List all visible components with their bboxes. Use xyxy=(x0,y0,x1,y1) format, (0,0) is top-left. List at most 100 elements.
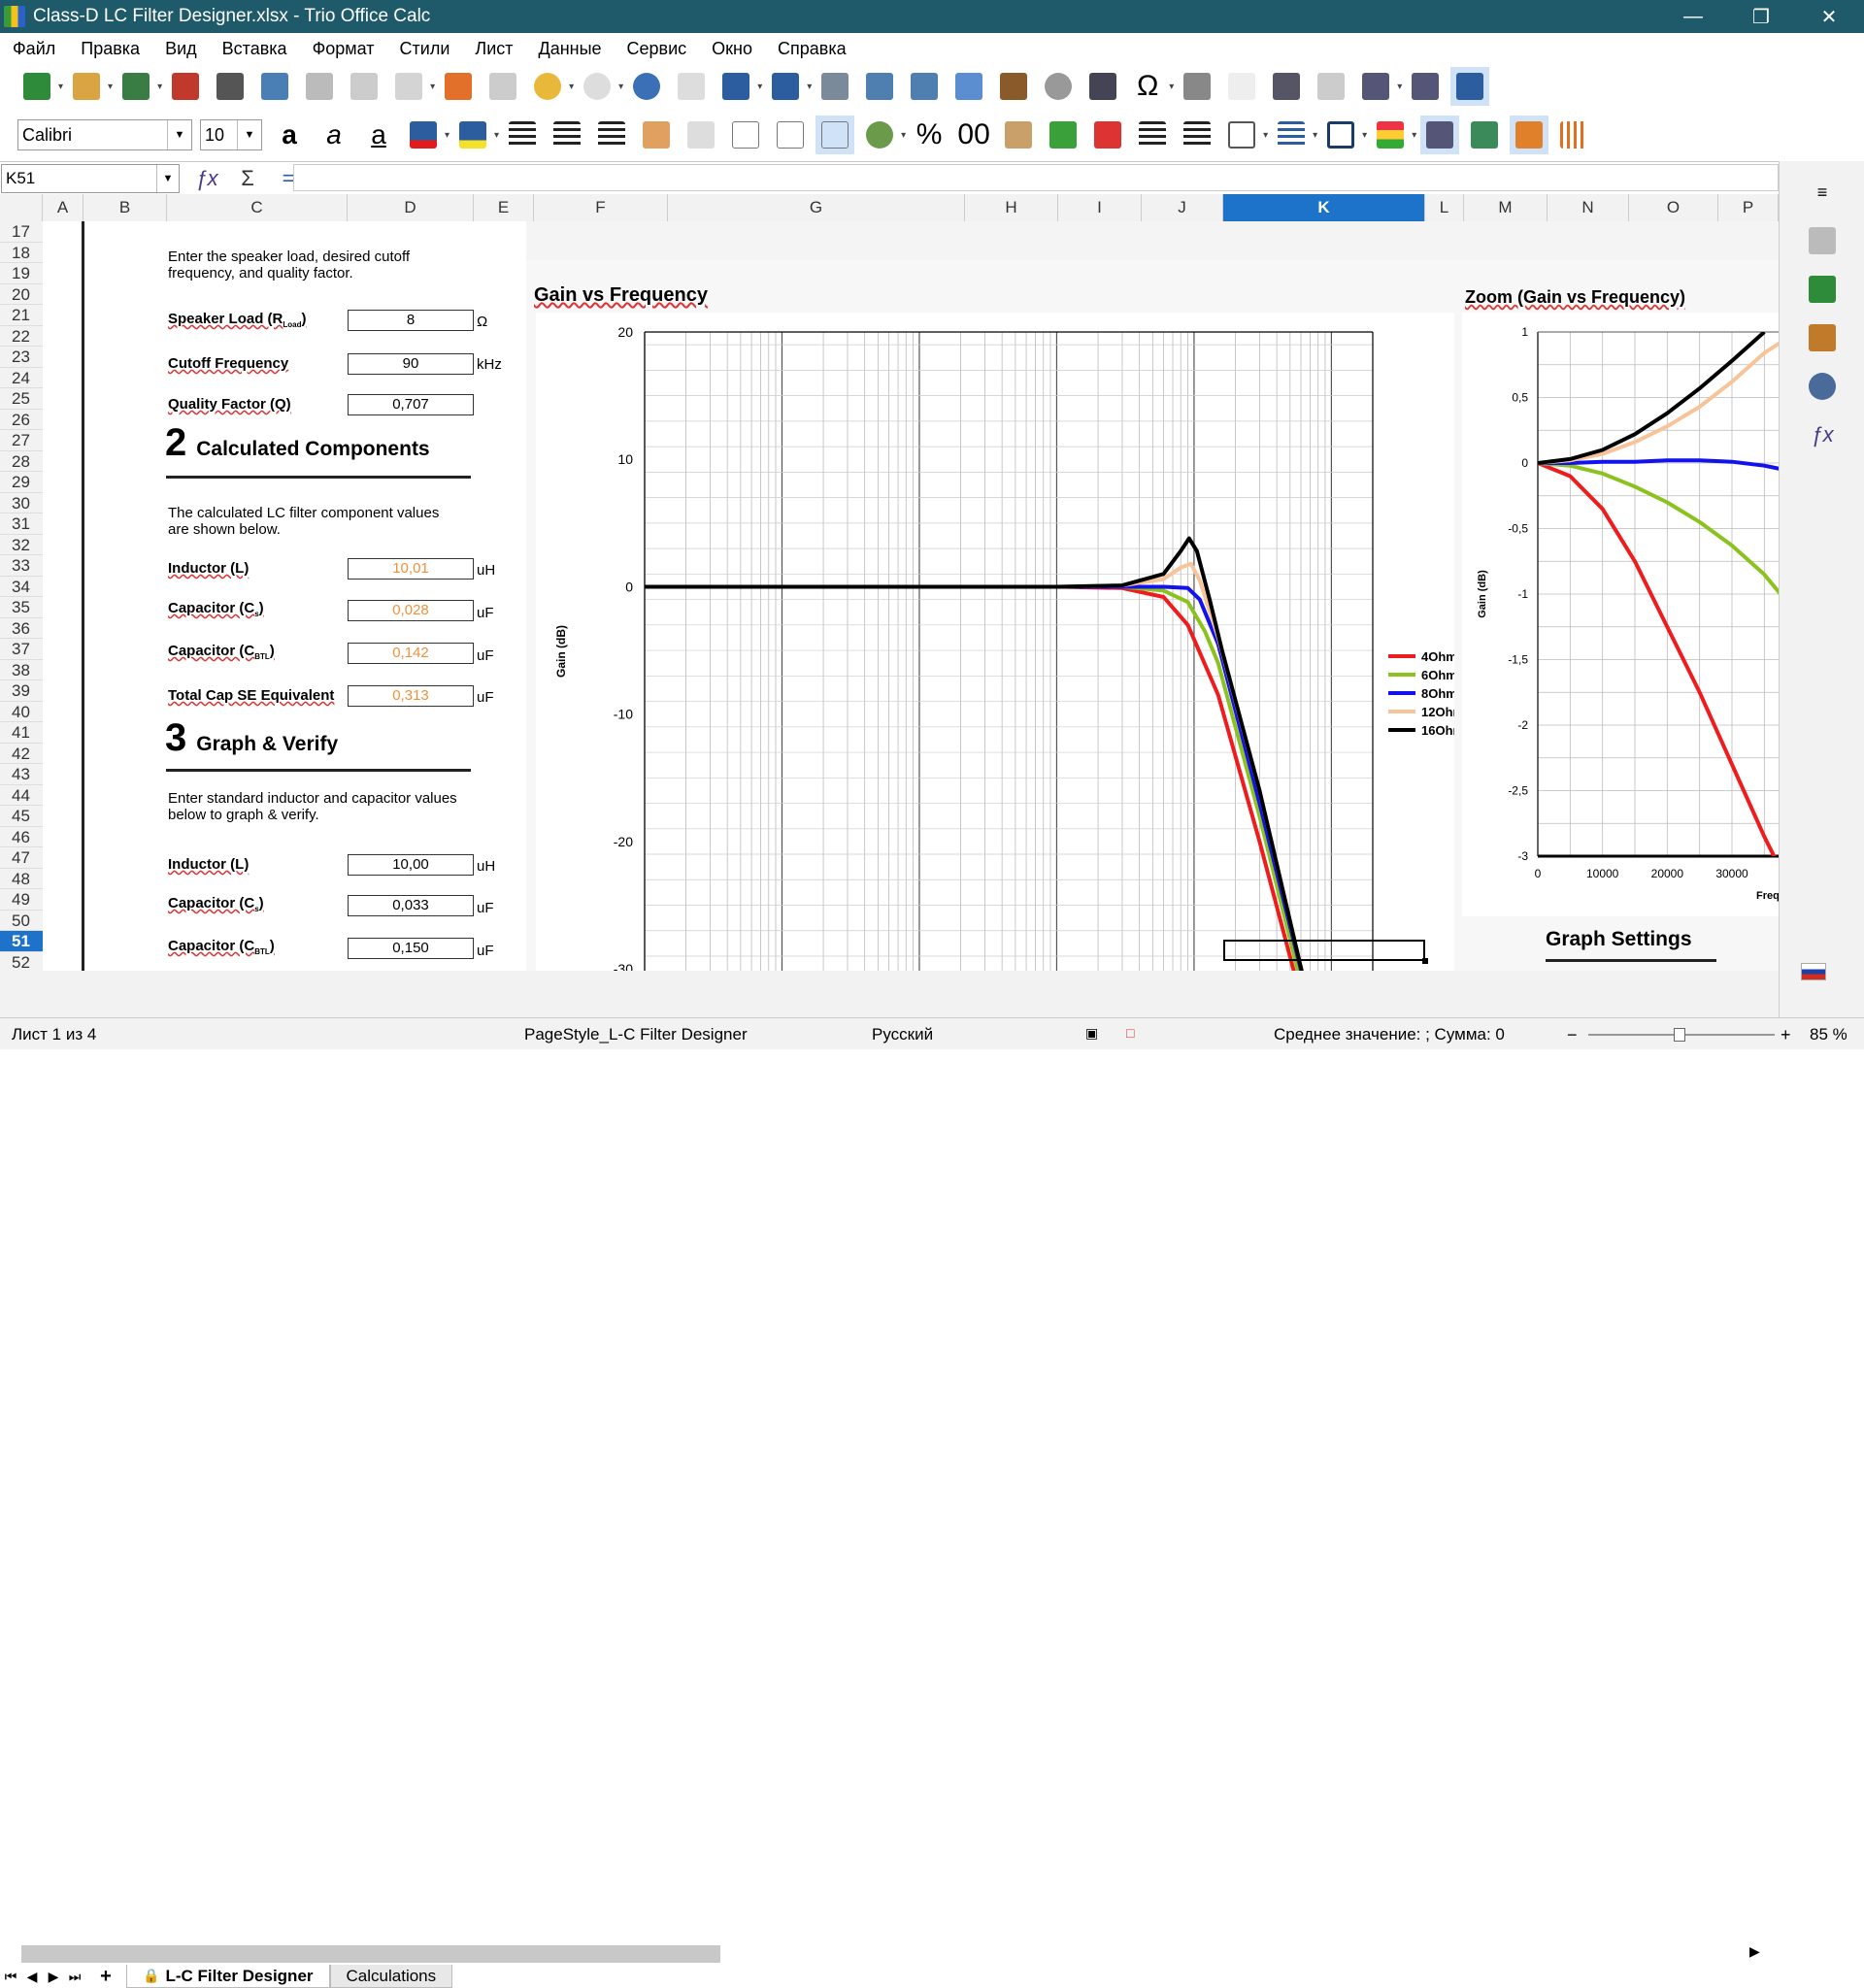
row-header[interactable]: 21 xyxy=(0,305,43,326)
scroll-thumb[interactable] xyxy=(21,1945,720,1963)
align-middle-icon[interactable] xyxy=(771,116,810,154)
export-pdf-icon[interactable] xyxy=(166,67,205,106)
bold-icon[interactable]: a xyxy=(270,116,309,154)
find-replace-icon[interactable] xyxy=(627,67,666,106)
next-sheet-icon[interactable]: ▶ xyxy=(43,1969,64,1985)
open-folder-icon[interactable] xyxy=(67,67,106,106)
merge-cells-icon[interactable] xyxy=(682,116,720,154)
sheet-count[interactable]: Лист 1 из 4 xyxy=(12,1025,96,1044)
clear-formatting-icon[interactable] xyxy=(483,67,522,106)
row-header[interactable]: 27 xyxy=(0,430,43,451)
column-header[interactable]: P xyxy=(1718,194,1779,221)
autofilter-icon[interactable] xyxy=(949,67,988,106)
sum-icon[interactable]: Σ xyxy=(234,165,261,192)
column-header[interactable]: L xyxy=(1425,194,1464,221)
last-sheet-icon[interactable]: ⏭ xyxy=(64,1969,85,1985)
zoom-level[interactable]: 85 % xyxy=(1810,1025,1847,1044)
chevron-down-icon[interactable]: ▼ xyxy=(167,120,191,149)
row-header[interactable]: 41 xyxy=(0,722,43,744)
add-decimal-icon[interactable] xyxy=(1044,116,1082,154)
font-color-icon[interactable] xyxy=(404,116,443,154)
styles-icon[interactable] xyxy=(1803,270,1842,309)
split-window-icon[interactable] xyxy=(1406,67,1445,106)
column-header[interactable]: F xyxy=(534,194,668,221)
page-style[interactable]: PageStyle_L-C Filter Designer xyxy=(524,1025,748,1044)
zoom-gain-chart[interactable]: 10,50-0,5-1-1,5-2-2,5-301000020000300004… xyxy=(1462,313,1779,916)
first-sheet-icon[interactable]: ⏮ xyxy=(0,1969,21,1985)
column-header[interactable]: O xyxy=(1629,194,1718,221)
row-icon[interactable] xyxy=(716,67,755,106)
menu-sheet[interactable]: Лист xyxy=(462,39,525,59)
column-header[interactable]: J xyxy=(1142,194,1223,221)
redo-icon[interactable] xyxy=(578,67,616,106)
row-header[interactable]: 23 xyxy=(0,347,43,368)
sort-ascending-icon[interactable] xyxy=(860,67,899,106)
decrease-indent-icon[interactable] xyxy=(1178,116,1216,154)
italic-icon[interactable]: a xyxy=(315,116,353,154)
row-header[interactable]: 29 xyxy=(0,472,43,493)
increase-indent-icon[interactable] xyxy=(1133,116,1172,154)
conditional-format-icon[interactable] xyxy=(1371,116,1410,154)
border-color-icon[interactable] xyxy=(1321,116,1360,154)
row-header[interactable]: 25 xyxy=(0,388,43,410)
chevron-down-icon[interactable]: ▼ xyxy=(156,165,179,192)
verify-capacitor-btl-input[interactable]: 0,150 xyxy=(348,938,474,959)
save-icon[interactable] xyxy=(116,67,155,106)
restore-icon[interactable]: ❐ xyxy=(1734,0,1788,33)
menu-window[interactable]: Окно xyxy=(699,39,765,59)
column-header[interactable]: B xyxy=(83,194,167,221)
font-name-combo[interactable]: Calibri ▼ xyxy=(17,119,192,150)
align-top-icon[interactable] xyxy=(726,116,765,154)
cut-icon[interactable] xyxy=(300,67,339,106)
row-header[interactable]: 49 xyxy=(0,889,43,911)
hyperlink-icon[interactable] xyxy=(1178,67,1216,106)
borders-icon[interactable] xyxy=(1222,116,1261,154)
row-header[interactable]: 36 xyxy=(0,618,43,639)
row-header[interactable]: 39 xyxy=(0,680,43,702)
row-header[interactable]: 20 xyxy=(0,284,43,305)
border-style-icon[interactable] xyxy=(1272,116,1311,154)
copy-icon[interactable] xyxy=(345,67,383,106)
zoom-out-icon[interactable]: − xyxy=(1567,1025,1578,1045)
menu-insert[interactable]: Вставка xyxy=(210,39,300,59)
function-wizard-icon[interactable]: ƒx xyxy=(193,165,220,192)
menu-view[interactable]: Вид xyxy=(152,39,210,59)
row-header[interactable]: 37 xyxy=(0,639,43,660)
column-header[interactable]: D xyxy=(348,194,474,221)
undo-icon[interactable] xyxy=(528,67,567,106)
row-header[interactable]: 48 xyxy=(0,869,43,889)
percent-format-icon[interactable]: % xyxy=(910,116,949,154)
spellcheck-icon[interactable] xyxy=(672,67,711,106)
add-sheet-icon[interactable]: + xyxy=(95,1966,116,1988)
document-modified-icon[interactable]: □ xyxy=(1126,1025,1134,1041)
align-center-icon[interactable] xyxy=(548,116,586,154)
row-header[interactable]: 34 xyxy=(0,577,43,597)
insert-image-icon[interactable] xyxy=(994,67,1033,106)
row-header[interactable]: 26 xyxy=(0,410,43,430)
row-header[interactable]: 47 xyxy=(0,847,43,869)
sidebar-menu-icon[interactable]: ≡ xyxy=(1803,173,1842,212)
row-header[interactable]: 28 xyxy=(0,451,43,472)
selection-mode-icon[interactable]: ▣ xyxy=(1085,1025,1098,1042)
insert-chart-icon[interactable] xyxy=(1039,67,1078,106)
menu-styles[interactable]: Стили xyxy=(387,39,463,59)
cutoff-frequency-input[interactable]: 90 xyxy=(348,353,474,375)
column-header[interactable]: A xyxy=(43,194,83,221)
freeze-rows-icon[interactable] xyxy=(1356,67,1395,106)
minimize-icon[interactable]: — xyxy=(1666,0,1720,33)
horizontal-scrollbar[interactable]: ▶ xyxy=(21,1943,1769,1965)
row-header[interactable]: 46 xyxy=(0,827,43,847)
column-header[interactable]: G xyxy=(668,194,965,221)
delete-decimal-icon[interactable] xyxy=(1088,116,1127,154)
wrap-text-icon[interactable] xyxy=(637,116,676,154)
row-header[interactable]: 40 xyxy=(0,702,43,722)
sort-descending-icon[interactable] xyxy=(905,67,944,106)
column-header[interactable]: N xyxy=(1548,194,1629,221)
menu-tools[interactable]: Сервис xyxy=(615,39,700,59)
sheet-grid[interactable]: Enter the speaker load, desired cutoff f… xyxy=(43,221,1779,971)
prev-sheet-icon[interactable]: ◀ xyxy=(21,1969,43,1985)
headers-footers-icon[interactable] xyxy=(1267,67,1306,106)
name-box[interactable]: K51 ▼ xyxy=(1,164,180,193)
row-header[interactable]: 30 xyxy=(0,493,43,514)
language[interactable]: Русский xyxy=(872,1025,933,1044)
